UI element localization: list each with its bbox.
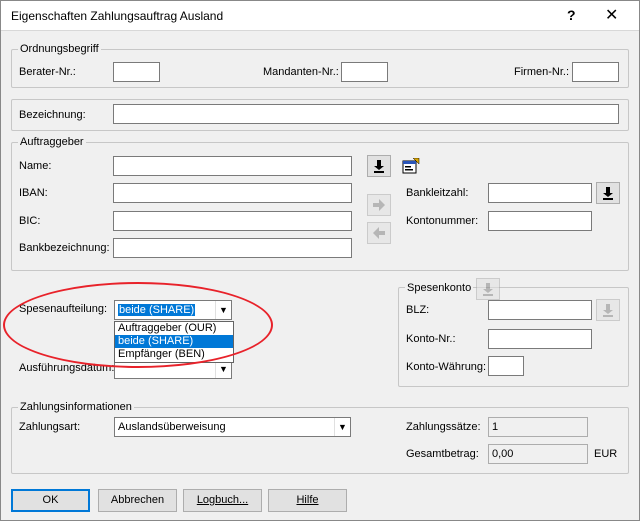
spesenaufteilung-label: Spesenaufteilung: bbox=[19, 303, 108, 315]
zahlungssaetze-field: 1 bbox=[488, 417, 588, 437]
bankbezeichnung-label: Bankbezeichnung: bbox=[19, 242, 110, 254]
close-icon[interactable]: ✕ bbox=[605, 5, 618, 25]
arrow-right-icon bbox=[373, 199, 385, 211]
berater-input[interactable] bbox=[113, 62, 160, 82]
spesenaufteilung-dropdown: Auftraggeber (OUR) beide (SHARE) Empfäng… bbox=[114, 321, 234, 363]
zahlungsart-value: Auslandsüberweisung bbox=[118, 421, 226, 433]
mandanten-input[interactable] bbox=[341, 62, 388, 82]
bankleitzahl-input[interactable] bbox=[488, 183, 592, 203]
import-name-button[interactable] bbox=[367, 155, 391, 177]
download-icon bbox=[483, 283, 493, 296]
mandanten-label: Mandanten-Nr.: bbox=[263, 66, 339, 78]
logbuch-button[interactable]: Logbuch... bbox=[183, 489, 262, 512]
auftraggeber-legend: Auftraggeber bbox=[18, 136, 86, 148]
convert-to-iban-button[interactable] bbox=[367, 222, 391, 244]
gesamtbetrag-label: Gesamtbetrag: bbox=[406, 448, 479, 460]
spesenkonto-legend: Spesenkonto bbox=[405, 282, 474, 294]
dialog-window: Eigenschaften Zahlungsauftrag Ausland ? … bbox=[0, 0, 640, 521]
blz-label: BLZ: bbox=[406, 304, 430, 316]
currency-label: EUR bbox=[594, 448, 618, 460]
bankbezeichnung-input[interactable] bbox=[113, 238, 352, 258]
help-icon[interactable]: ? bbox=[567, 7, 576, 23]
name-input[interactable] bbox=[113, 156, 352, 176]
import-blz-button[interactable] bbox=[596, 299, 620, 321]
chevron-down-icon[interactable]: ▼ bbox=[334, 418, 350, 436]
konto-nr-input[interactable] bbox=[488, 329, 592, 349]
option-empfaenger[interactable]: Empfänger (BEN) bbox=[115, 348, 233, 361]
bic-label: BIC: bbox=[19, 215, 41, 227]
download-icon bbox=[603, 304, 613, 317]
chevron-down-icon[interactable]: ▼ bbox=[215, 301, 231, 319]
bankleitzahl-label: Bankleitzahl: bbox=[406, 187, 469, 199]
konto-nr-label: Konto-Nr.: bbox=[406, 333, 456, 345]
spesenaufteilung-select[interactable]: beide (SHARE) ▼ bbox=[114, 300, 232, 320]
download-icon bbox=[374, 160, 384, 173]
firmen-input[interactable] bbox=[572, 62, 619, 82]
download-icon bbox=[603, 187, 613, 200]
firmen-label: Firmen-Nr.: bbox=[514, 66, 569, 78]
bezeichnung-label: Bezeichnung: bbox=[19, 109, 86, 121]
title-bar: Eigenschaften Zahlungsauftrag Ausland ? … bbox=[1, 1, 639, 31]
zahlungsart-select[interactable]: Auslandsüberweisung ▼ bbox=[114, 417, 351, 437]
zahlungsinformationen-legend: Zahlungsinformationen bbox=[18, 401, 134, 413]
zahlungssaetze-label: Zahlungssätze: bbox=[406, 421, 481, 433]
iban-input[interactable] bbox=[113, 183, 352, 203]
import-spesenkonto-button[interactable] bbox=[476, 278, 500, 300]
name-label: Name: bbox=[19, 160, 52, 172]
bezeichnung-input[interactable] bbox=[113, 104, 619, 124]
bic-input[interactable] bbox=[113, 211, 352, 231]
abbrechen-button[interactable]: Abbrechen bbox=[98, 489, 177, 512]
ordnungsbegriff-legend: Ordnungsbegriff bbox=[18, 43, 101, 55]
option-auftraggeber[interactable]: Auftraggeber (OUR) bbox=[115, 322, 233, 335]
kontonummer-input[interactable] bbox=[488, 211, 592, 231]
spesenaufteilung-value: beide (SHARE) bbox=[118, 304, 196, 316]
konto-waehrung-label: Konto-Währung: bbox=[406, 361, 487, 373]
blz-input[interactable] bbox=[488, 300, 592, 320]
gesamtbetrag-field: 0,00 bbox=[488, 444, 588, 464]
hilfe-button[interactable]: Hilfe bbox=[268, 489, 347, 512]
arrow-left-icon bbox=[373, 227, 385, 239]
ok-button[interactable]: OK bbox=[11, 489, 90, 512]
berater-label: Berater-Nr.: bbox=[19, 66, 76, 78]
convert-to-bankleitzahl-button[interactable] bbox=[367, 194, 391, 216]
properties-button[interactable] bbox=[399, 155, 423, 177]
option-beide[interactable]: beide (SHARE) bbox=[115, 335, 233, 348]
properties-icon bbox=[402, 158, 420, 174]
window-title: Eigenschaften Zahlungsauftrag Ausland bbox=[11, 9, 224, 23]
iban-label: IBAN: bbox=[19, 187, 48, 199]
ausfuehrungsdatum-label: Ausführungsdatum: bbox=[19, 362, 115, 374]
kontonummer-label: Kontonummer: bbox=[406, 215, 479, 227]
konto-waehrung-input[interactable] bbox=[488, 356, 524, 376]
import-bankleitzahl-button[interactable] bbox=[596, 182, 620, 204]
zahlungsart-label: Zahlungsart: bbox=[19, 421, 81, 433]
